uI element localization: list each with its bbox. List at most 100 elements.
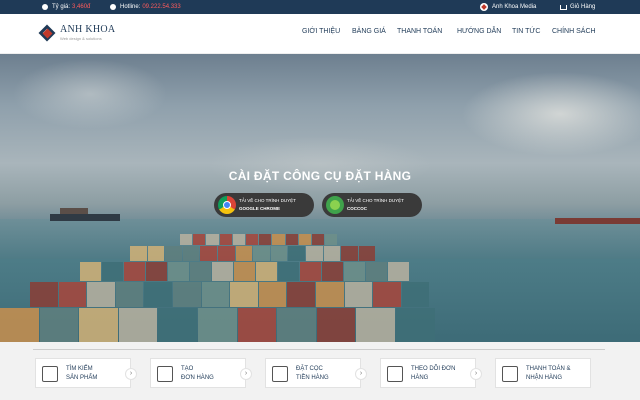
container-block (306, 246, 323, 261)
container-block (322, 262, 343, 281)
nav-bang-gia[interactable]: BẢNG GIÁ (352, 28, 386, 35)
container-block (366, 262, 387, 281)
container-block (358, 246, 376, 261)
container-block (115, 282, 144, 307)
hero-banner: CÀI ĐẶT CÔNG CỤ ĐẶT HÀNG TẢI VỀ CHO TRÌN… (0, 54, 640, 342)
container-block (272, 234, 285, 245)
container-block (124, 262, 145, 281)
download-coccoc-button[interactable]: TẢI VỀ CHO TRÌNH DUYỆT COCCOC (322, 193, 422, 217)
container-block (270, 246, 288, 261)
hotline[interactable]: Hotline: 09.222.54.333 (110, 0, 181, 14)
step-label: THANH TOÁN & NHẬN HÀNG (526, 366, 571, 381)
hero-sky (0, 54, 640, 224)
media-logo-icon (480, 3, 488, 11)
container-block (200, 246, 217, 261)
step-label: TÌM KIẾM SẢN PHẨM (66, 366, 98, 381)
container-block (344, 262, 365, 281)
laptop-icon (387, 366, 403, 382)
container-block (232, 234, 245, 245)
step-create-order[interactable]: TẠO ĐƠN HÀNG › (150, 358, 252, 388)
container-block (373, 282, 401, 307)
phone-icon (110, 4, 116, 10)
download-coccoc-line1: TẢI VỀ CHO TRÌNH DUYỆT (347, 198, 404, 203)
coccoc-icon (326, 196, 344, 214)
nav-gioi-thieu[interactable]: GIỚI THIỆU (302, 28, 340, 35)
rate-label: Tỷ giá: (52, 4, 71, 10)
container-block (87, 282, 115, 307)
logo[interactable]: ANH KHOA Web design & solutions (38, 22, 128, 46)
container-block (193, 234, 206, 245)
step-label: TẠO ĐƠN HÀNG (181, 366, 214, 381)
container-block (212, 262, 233, 281)
step-label: THEO DÕI ĐƠN HÀNG (411, 366, 456, 381)
container-block (30, 282, 58, 307)
container-block (234, 262, 255, 281)
container-block (79, 308, 118, 342)
step-search-product[interactable]: TÌM KIẾM SẢN PHẨM › (35, 358, 137, 388)
nav-tin-tuc[interactable]: TIN TỨC (512, 28, 540, 35)
container-block (285, 234, 298, 245)
brand-tagline: Web design & solutions (60, 36, 102, 41)
hotline-value[interactable]: 09.222.54.333 (142, 4, 180, 10)
container-block (323, 246, 341, 261)
container-block (165, 246, 182, 261)
download-chrome-line2: GOOGLE CHROME (239, 206, 281, 211)
container-block (206, 234, 219, 245)
container-block (277, 308, 316, 342)
cart-link[interactable]: Giỏ Hàng (560, 0, 595, 14)
container-block (401, 282, 430, 307)
rate-value: 3,460đ (72, 4, 91, 10)
container-block (300, 262, 321, 281)
container-block (146, 262, 167, 281)
container-stacks (0, 234, 640, 342)
media-label[interactable]: Anh Khoa Media (492, 4, 536, 10)
container-block (58, 282, 87, 307)
hotline-label: Hotline: (120, 4, 141, 10)
chevron-right-icon: › (355, 368, 367, 380)
container-block (147, 246, 165, 261)
media-link[interactable]: Anh Khoa Media (480, 0, 536, 14)
chevron-right-icon: › (240, 368, 252, 380)
container-block (278, 262, 299, 281)
container-block (235, 246, 253, 261)
container-block (298, 234, 311, 245)
download-chrome-button[interactable]: TẢI VỀ CHO TRÌNH DUYỆT GOOGLE CHROME (214, 193, 314, 217)
chevron-right-icon: › (125, 368, 137, 380)
nav-thanh-toan[interactable]: THANH TOÁN (397, 28, 442, 35)
container-block (246, 234, 259, 245)
hero-title: CÀI ĐẶT CÔNG CỤ ĐẶT HÀNG (228, 169, 412, 183)
container-block (130, 246, 147, 261)
top-bar: Tỷ giá: 3,460đ Hotline: 09.222.54.333 An… (0, 0, 640, 14)
container-block (190, 262, 211, 281)
exchange-rate: Tỷ giá: 3,460đ (42, 0, 90, 14)
ship-right (555, 214, 640, 226)
container-block (0, 308, 39, 342)
container-block (312, 234, 325, 245)
cart-icon (560, 4, 567, 10)
container-block (180, 234, 193, 245)
container-block (344, 282, 373, 307)
container-block (316, 282, 344, 307)
logo-mark-icon (38, 24, 56, 42)
container-block (256, 262, 277, 281)
chrome-icon (218, 196, 236, 214)
container-block (219, 234, 232, 245)
container-block (118, 308, 158, 342)
cart-label[interactable]: Giỏ Hàng (570, 4, 595, 10)
container-block (253, 246, 270, 261)
container-block (173, 282, 201, 307)
container-block (158, 308, 197, 342)
step-track-order[interactable]: THEO DÕI ĐƠN HÀNG › (380, 358, 482, 388)
container-block (396, 308, 435, 342)
nav-chinh-sach[interactable]: CHÍNH SÁCH (552, 28, 596, 35)
container-block (288, 246, 305, 261)
container-block (201, 282, 230, 307)
nav-huong-dan[interactable]: HƯỚNG DẪN (457, 28, 501, 35)
steps-divider (33, 349, 605, 350)
step-deposit[interactable]: ĐẶT CỌC TIỀN HÀNG › (265, 358, 367, 388)
container-block (168, 262, 189, 281)
container-block (388, 262, 409, 281)
step-label: ĐẶT CỌC TIỀN HÀNG (296, 366, 329, 381)
step-pay-receive[interactable]: THANH TOÁN & NHẬN HÀNG (495, 358, 591, 388)
clock-icon (42, 4, 48, 10)
